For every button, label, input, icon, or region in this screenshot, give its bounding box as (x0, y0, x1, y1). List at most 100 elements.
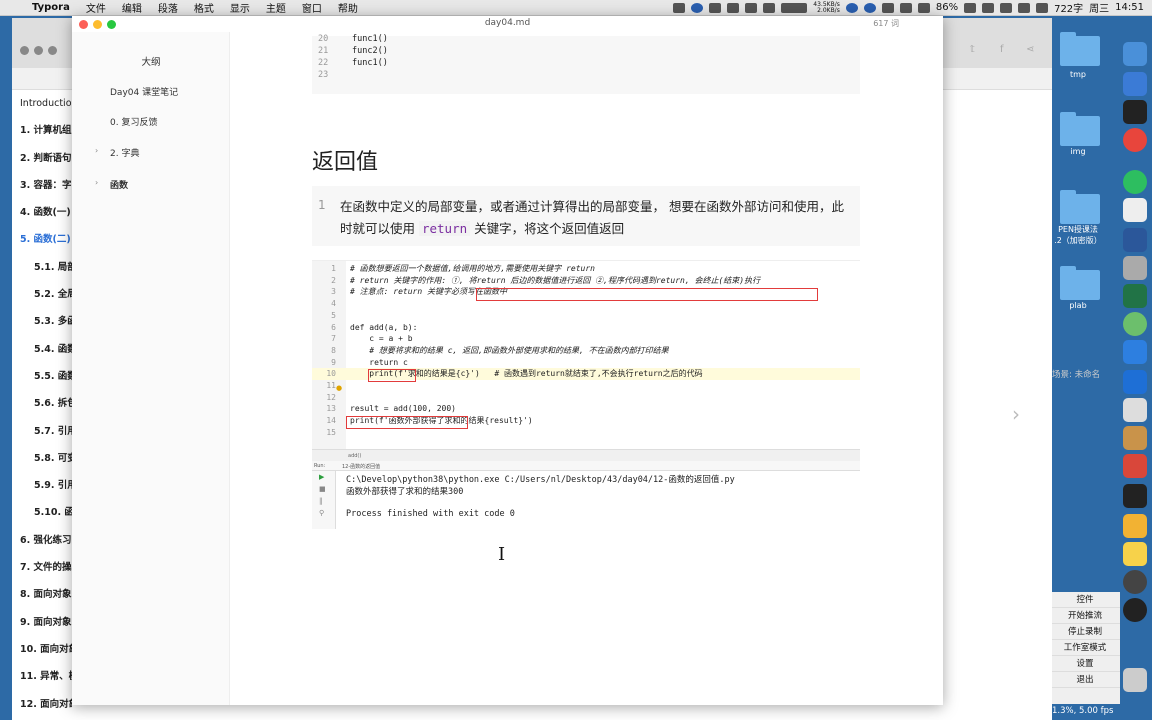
studio-mode-button[interactable]: 工作室模式 (1050, 640, 1120, 656)
toc-item[interactable]: 5. 函数(二) (12, 226, 72, 253)
tray-icon[interactable] (691, 2, 704, 13)
toc-item[interactable]: 6. 强化练习 (12, 527, 72, 554)
code-block[interactable]: 20 func1() 21 func2() 22 func1() 23 (312, 34, 860, 94)
minimize-icon[interactable] (34, 46, 43, 55)
chrome-icon[interactable] (1123, 128, 1147, 152)
outline-item[interactable]: 函数 (110, 178, 128, 191)
trash-icon[interactable] (1123, 668, 1147, 692)
share-icon[interactable]: ⋖ (1026, 44, 1034, 55)
toc-item[interactable]: 2. 判断语句 (12, 145, 72, 172)
menu-edit[interactable]: 编辑 (114, 0, 150, 15)
menu-app-typora[interactable]: Typora (24, 2, 78, 13)
tray-icon[interactable] (845, 2, 858, 13)
close-icon[interactable] (20, 46, 29, 55)
folder-app-icon[interactable] (1123, 514, 1147, 538)
tray-icon[interactable] (673, 2, 686, 13)
toc-item[interactable]: 5.3. 多函 (12, 308, 72, 335)
toc-item[interactable]: 8. 面向对象 (12, 581, 72, 608)
tray-icon[interactable] (1036, 2, 1049, 13)
app-icon[interactable] (1123, 312, 1147, 336)
app-icon[interactable] (1123, 426, 1147, 450)
sketch-icon[interactable] (1123, 542, 1147, 566)
editor-area[interactable]: 20 func1() 21 func2() 22 func1() 23 返回值 … (230, 32, 943, 705)
line-number: 21 (318, 46, 329, 56)
app-icon[interactable] (1123, 398, 1147, 422)
toc-item[interactable]: 5.1. 局部 (12, 254, 72, 281)
exit-button[interactable]: 退出 (1050, 672, 1120, 688)
code-text: # 想要将求和的结果 c, 返回,即函数外部使用求和的结果, 不在函数内部打印结… (350, 345, 669, 355)
clock[interactable]: 14:51 (1115, 2, 1144, 13)
toc-item[interactable]: 1. 计算机组 (12, 117, 72, 144)
outline-item[interactable]: Day04 课堂笔记 (110, 85, 178, 98)
evernote-icon[interactable] (1123, 170, 1147, 194)
toc-item[interactable]: 5.2. 全局 (12, 281, 72, 308)
toc-item[interactable]: 5.5. 函数 (12, 363, 72, 390)
folder-icon[interactable] (1060, 112, 1100, 146)
twitter-icon[interactable]: 𝕥 (970, 44, 975, 55)
tray-icon[interactable] (781, 2, 808, 13)
tray-icon[interactable] (881, 2, 894, 13)
toc-item[interactable]: 5.8. 可变 (12, 445, 72, 472)
toc-item[interactable]: 9. 面向对象 (12, 609, 72, 636)
tray-icon[interactable] (763, 2, 776, 13)
preview-icon[interactable] (1123, 256, 1147, 280)
toc-item[interactable]: 5.4. 函数 (12, 336, 72, 363)
finder-icon[interactable] (1123, 42, 1147, 66)
tray-icon[interactable] (1018, 2, 1031, 13)
chevron-right-icon[interactable]: › (95, 146, 98, 155)
menu-format[interactable]: 格式 (186, 0, 222, 15)
toc-item[interactable]: 7. 文件的操 (12, 554, 72, 581)
menu-file[interactable]: 文件 (78, 0, 114, 15)
settings-button[interactable]: 设置 (1050, 656, 1120, 672)
next-page-chevron-icon[interactable]: › (1012, 402, 1020, 426)
stop-recording-button[interactable]: 停止录制 (1050, 624, 1120, 640)
tray-icon[interactable] (863, 2, 876, 13)
code-line: func1() (352, 34, 388, 44)
start-stream-button[interactable]: 开始推流 (1050, 608, 1120, 624)
maximize-icon[interactable] (48, 46, 57, 55)
outline-item[interactable]: 2. 字典 (110, 146, 139, 159)
tray-icon[interactable] (917, 2, 930, 13)
facebook-icon[interactable]: f (1000, 44, 1004, 55)
windows-icon[interactable] (1123, 370, 1147, 394)
pycharm-icon[interactable] (1123, 484, 1147, 508)
toc-item[interactable]: 3. 容器：字 (12, 172, 72, 199)
app-icon[interactable] (1123, 570, 1147, 594)
toc-item[interactable]: 5.6. 拆包 (12, 390, 72, 417)
menu-help[interactable]: 帮助 (330, 0, 366, 15)
folder-icon[interactable] (1060, 190, 1100, 224)
excel-icon[interactable] (1123, 284, 1147, 308)
app-icon[interactable] (1123, 340, 1147, 364)
toc-item[interactable]: 5.10. 函数 (12, 499, 72, 526)
xmind-icon[interactable] (1123, 454, 1147, 478)
toc-item[interactable]: 5.7. 引用 (12, 418, 72, 445)
folder-icon[interactable] (1060, 32, 1100, 66)
toc-item[interactable]: 5.9. 引用 (12, 472, 72, 499)
toc-item[interactable]: 4. 函数(一) (12, 199, 72, 226)
toc-item[interactable]: 10. 面向对象 (12, 636, 72, 663)
menu-window[interactable]: 窗口 (294, 0, 330, 15)
typora-icon[interactable] (1123, 198, 1147, 222)
word-icon[interactable] (1123, 228, 1147, 252)
toc-item[interactable]: Introduction (12, 90, 72, 117)
outline-item[interactable]: 0. 复习反馈 (110, 115, 157, 128)
tray-icon[interactable] (899, 2, 912, 13)
folder-icon[interactable] (1060, 266, 1100, 300)
toc-item[interactable]: 12. 面向对象 (12, 691, 72, 718)
tray-icon[interactable] (1000, 2, 1013, 13)
chevron-right-icon[interactable]: › (95, 178, 98, 187)
wifi-icon[interactable] (982, 2, 995, 13)
obs-icon[interactable] (1123, 598, 1147, 622)
tray-icon[interactable] (727, 2, 740, 13)
word-count[interactable]: 617 词 (873, 18, 899, 29)
battery-icon[interactable] (964, 2, 977, 13)
toc-item[interactable]: 11. 异常、模 (12, 663, 72, 690)
safari-icon[interactable] (1123, 72, 1147, 96)
terminal-icon[interactable] (1123, 100, 1147, 124)
menu-theme[interactable]: 主题 (258, 0, 294, 15)
menu-paragraph[interactable]: 段落 (150, 0, 186, 15)
tray-icon[interactable] (745, 2, 758, 13)
tray-icon[interactable] (709, 2, 722, 13)
highlight-box (346, 416, 468, 429)
menu-view[interactable]: 显示 (222, 0, 258, 15)
